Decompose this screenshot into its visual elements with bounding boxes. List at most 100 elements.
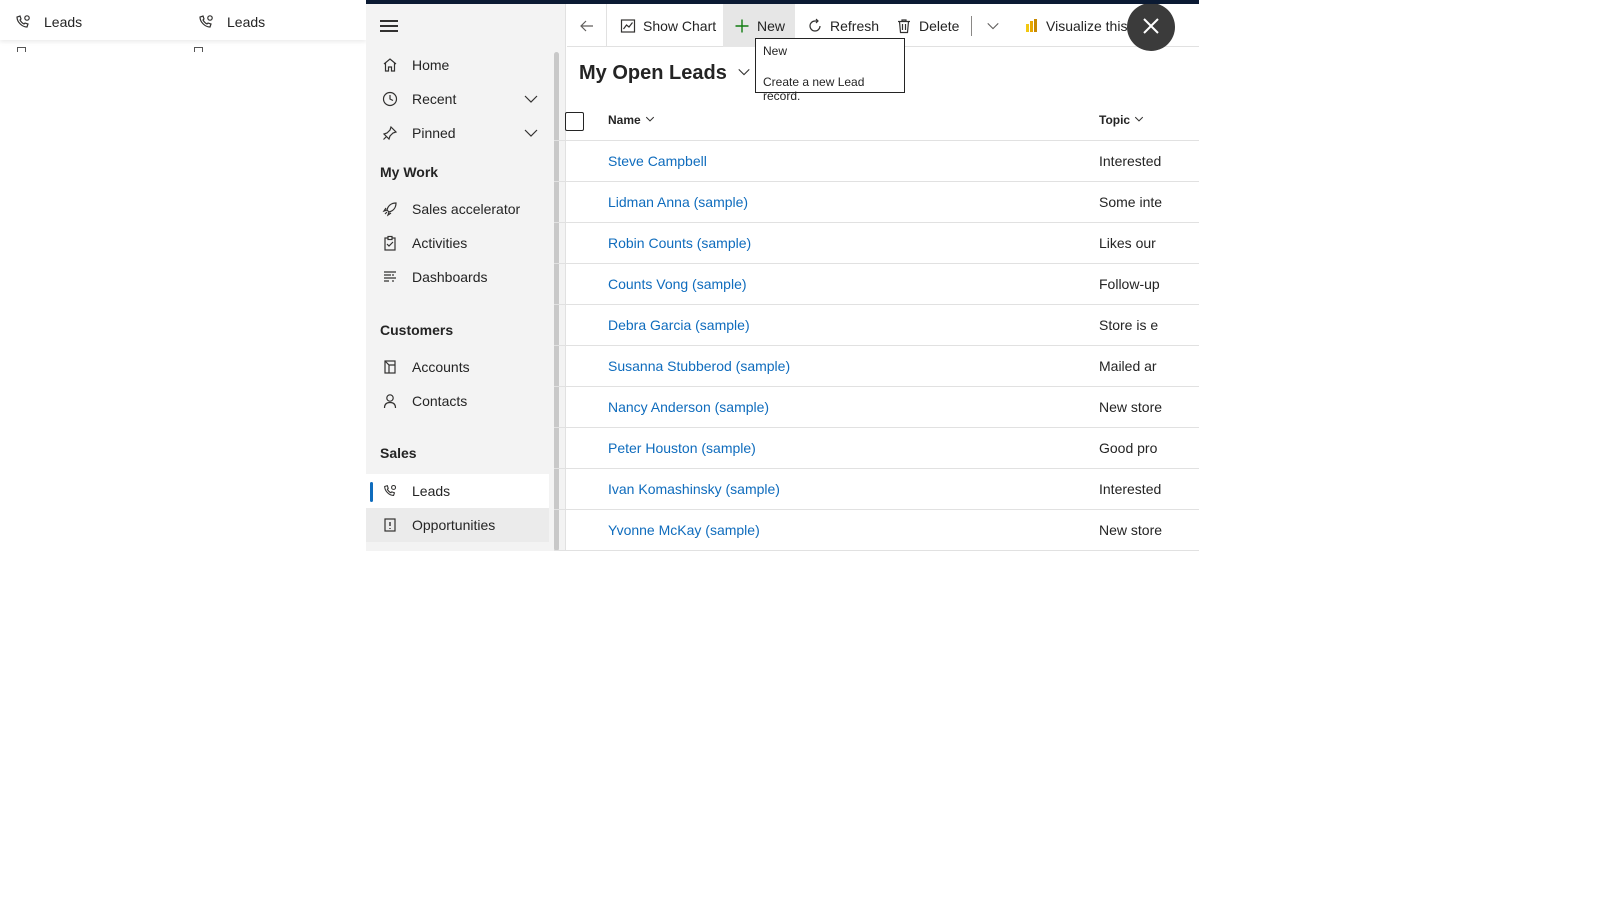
table-row[interactable]: Counts Vong (sample) Follow-up — [554, 264, 1199, 305]
dashboard-icon — [380, 267, 400, 287]
hamburger-menu-icon[interactable] — [380, 20, 398, 34]
lead-topic: Some inte — [1099, 194, 1163, 210]
close-button[interactable] — [1127, 4, 1175, 51]
table-row[interactable]: Nancy Anderson (sample) New store — [554, 387, 1199, 428]
power-bi-icon — [1022, 17, 1040, 35]
lead-name-link[interactable]: Ivan Komashinsky (sample) — [608, 481, 780, 497]
leads-icon — [195, 11, 217, 33]
sidebar-item-label: Leads — [412, 483, 451, 499]
pin-icon — [380, 123, 400, 143]
lead-name-link[interactable]: Steve Campbell — [608, 153, 707, 169]
sidebar-group-title: My Work — [380, 164, 439, 180]
grid-header: Name Topic — [554, 100, 1199, 141]
leads-icon — [12, 11, 34, 33]
grid-rows: Steve Campbell Interested Lidman Anna (sa… — [554, 141, 1199, 551]
back-arrow-icon — [578, 17, 596, 35]
sidebar-item-pinned[interactable]: Pinned — [366, 116, 549, 150]
chevron-down-icon — [737, 62, 751, 85]
show-chart-button[interactable]: Show Chart — [609, 4, 726, 47]
chevron-down-icon[interactable] — [523, 125, 539, 144]
new-label: New — [757, 17, 786, 34]
building-icon — [380, 357, 400, 377]
sidebar-item-label: Opportunities — [412, 517, 496, 533]
sidebar-item-leads[interactable]: Leads — [366, 474, 549, 508]
sidebar-item-label: Sales accelerator — [412, 201, 521, 217]
table-row[interactable]: Ivan Komashinsky (sample) Interested — [554, 469, 1199, 510]
lead-topic: Mailed ar — [1099, 358, 1157, 374]
lead-name-link[interactable]: Nancy Anderson (sample) — [608, 399, 769, 415]
table-row[interactable]: Yvonne McKay (sample) New store — [554, 510, 1199, 551]
sidebar-item-accounts[interactable]: Accounts — [366, 350, 549, 384]
sidebar-group-title: Sales — [380, 445, 417, 461]
lead-name-link[interactable]: Lidman Anna (sample) — [608, 194, 748, 210]
person-icon — [380, 391, 400, 411]
lead-name-link[interactable]: Yvonne McKay (sample) — [608, 522, 760, 538]
sidebar-item-label: Contacts — [412, 393, 468, 409]
lead-topic: Likes our — [1099, 235, 1156, 251]
background-tab-leads[interactable]: Leads — [12, 8, 82, 36]
table-row[interactable]: Robin Counts (sample) Likes our — [554, 223, 1199, 264]
more-commands-button[interactable] — [974, 4, 1012, 47]
refresh-icon — [806, 17, 824, 35]
sidebar: Home Recent Pinned My Work Sales acceler… — [366, 4, 566, 551]
close-icon — [1142, 17, 1160, 38]
lead-topic: Good pro — [1099, 440, 1158, 456]
column-header-name[interactable]: Name — [608, 113, 655, 127]
sidebar-item-recent[interactable]: Recent — [366, 82, 549, 116]
sidebar-item-label: Activities — [412, 235, 468, 251]
sidebar-item-sales-accelerator[interactable]: Sales accelerator — [366, 192, 549, 226]
chevron-down-icon[interactable] — [523, 91, 539, 110]
new-button-tooltip: New Create a new Lead record. — [755, 38, 905, 103]
background-tab-label: Leads — [227, 14, 266, 30]
sidebar-item-opportunities[interactable]: Opportunities — [366, 508, 549, 542]
table-row[interactable]: Steve Campbell Interested — [554, 141, 1199, 182]
sidebar-item-dashboards[interactable]: Dashboards — [366, 260, 549, 294]
sidebar-item-label: Dashboards — [412, 269, 488, 285]
lead-topic: Interested — [1099, 153, 1162, 169]
table-row[interactable]: Susanna Stubberod (sample) Mailed ar — [554, 346, 1199, 387]
lead-name-link[interactable]: Robin Counts (sample) — [608, 235, 751, 251]
rocket-icon — [380, 199, 400, 219]
app-window: Home Recent Pinned My Work Sales acceler… — [366, 0, 1199, 551]
select-all-checkbox[interactable] — [565, 112, 584, 131]
table-row[interactable]: Lidman Anna (sample) Some inte — [554, 182, 1199, 223]
sidebar-item-home[interactable]: Home — [366, 48, 549, 82]
refresh-label: Refresh — [830, 17, 880, 34]
chevron-down-icon — [645, 113, 655, 127]
lead-topic: New store — [1099, 522, 1163, 538]
column-header-label: Topic — [1099, 113, 1131, 127]
chart-icon — [619, 17, 637, 35]
command-divider — [971, 16, 972, 36]
background-stub — [194, 47, 203, 52]
sidebar-item-label: Home — [412, 57, 450, 73]
trash-icon — [895, 17, 913, 35]
sidebar-item-contacts[interactable]: Contacts — [366, 384, 549, 418]
background-tab-leads-2[interactable]: Leads — [195, 8, 265, 36]
clipboard-icon — [380, 233, 400, 253]
back-button[interactable] — [567, 4, 607, 47]
background-stub — [17, 47, 26, 52]
show-chart-label: Show Chart — [643, 17, 717, 34]
chevron-down-icon — [984, 17, 1002, 35]
lead-name-link[interactable]: Debra Garcia (sample) — [608, 317, 750, 333]
lead-topic: Interested — [1099, 481, 1162, 497]
tooltip-title: New — [763, 44, 788, 58]
opportunity-icon — [380, 515, 400, 535]
lead-topic: New store — [1099, 399, 1163, 415]
view-selector[interactable]: My Open Leads — [579, 62, 751, 85]
leads-icon — [380, 481, 400, 501]
plus-icon — [733, 17, 751, 35]
lead-name-link[interactable]: Counts Vong (sample) — [608, 276, 747, 292]
lead-name-link[interactable]: Susanna Stubberod (sample) — [608, 358, 790, 374]
sidebar-group-title: Customers — [380, 322, 454, 338]
chevron-down-icon — [1134, 113, 1144, 127]
column-header-topic[interactable]: Topic — [1099, 113, 1144, 127]
table-row[interactable]: Debra Garcia (sample) Store is e — [554, 305, 1199, 346]
lead-name-link[interactable]: Peter Houston (sample) — [608, 440, 756, 456]
table-row[interactable]: Peter Houston (sample) Good pro — [554, 428, 1199, 469]
tooltip-description: Create a new Lead record. — [763, 75, 865, 103]
sidebar-item-label: Accounts — [412, 359, 470, 375]
page-title: My Open Leads — [579, 62, 727, 84]
sidebar-item-activities[interactable]: Activities — [366, 226, 549, 260]
home-icon — [380, 55, 400, 75]
